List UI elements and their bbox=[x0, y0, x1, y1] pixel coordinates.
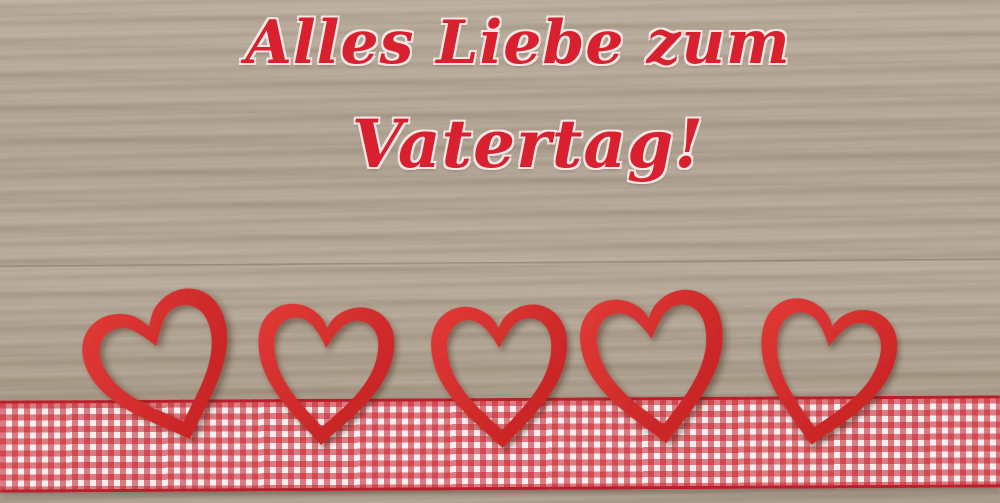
hearts-group bbox=[82, 288, 898, 448]
heart-1 bbox=[82, 288, 228, 440]
wooden-background: Alles Liebe zum Vatertag! bbox=[0, 0, 1000, 503]
heart-2 bbox=[258, 303, 395, 445]
heart-5 bbox=[761, 298, 898, 445]
heart-3 bbox=[431, 304, 568, 448]
heart-4 bbox=[580, 289, 723, 444]
